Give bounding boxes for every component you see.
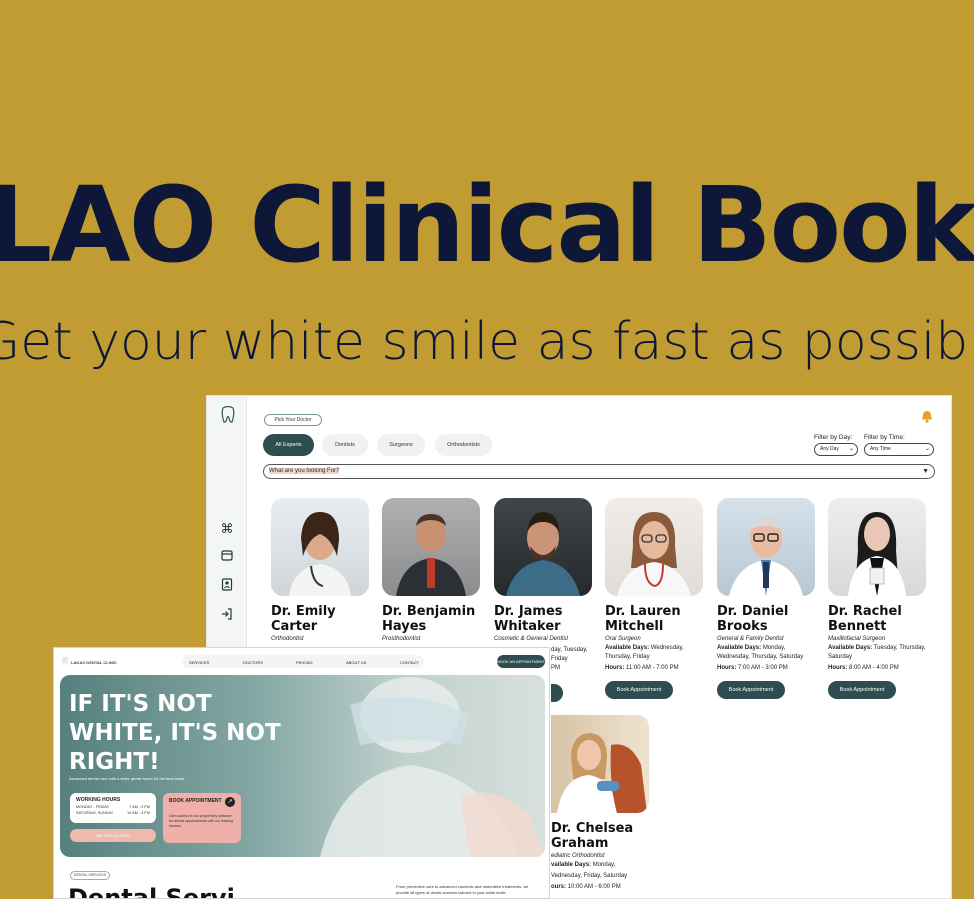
doctor-days: vailable Days: Monday,: [551, 862, 616, 868]
doctor-photo: [494, 498, 592, 596]
dental-services-section: DENTAL SERVICES Dental Servi From preven…: [60, 864, 545, 899]
doctor-photo: [717, 498, 815, 596]
doctor-specialty: Prosthodontist: [382, 636, 421, 642]
nav-about-us[interactable]: ABOUT US: [346, 660, 366, 665]
doctor-photo: [828, 498, 926, 596]
doctor-hours: Hours: 8:00 AM - 4:00 PM: [828, 665, 899, 671]
doctor-name: Dr. Rachel Bennett: [828, 604, 902, 634]
filter-time-select[interactable]: Any Time ⌄: [864, 443, 934, 456]
clinic-logo-icon: [217, 405, 239, 426]
doctor-card: Dr. Chelsea Graham ediatric Orthodontist…: [551, 715, 661, 892]
doctor-card: Dr. Daniel Brooks General & Family Denti…: [717, 498, 817, 699]
chevron-down-icon: ⌄: [848, 446, 854, 452]
chevron-down-icon: ⌄: [924, 446, 930, 452]
doctor-days: Available Days: Wednesday, Thursday, Fri…: [605, 645, 684, 660]
nav-services[interactable]: SERVICES: [189, 660, 209, 665]
working-hours-title: WORKING HOURS: [76, 797, 121, 803]
doctor-specialty: ediatric Orthodontist: [551, 853, 605, 859]
caret-down-icon: ▼: [922, 468, 929, 475]
book-appointment-button[interactable]: Book Appointment: [605, 681, 673, 699]
doctor-name: Dr. James Whitaker: [494, 604, 563, 634]
tab-surgeons[interactable]: Surgeons: [377, 434, 425, 456]
doctor-specialty: Cosmetic & General Dentist: [494, 636, 569, 642]
arrow-up-right-icon[interactable]: ↗: [225, 797, 235, 807]
book-card-description: Gain access to our proprietary software …: [169, 814, 233, 828]
pick-doctor-button[interactable]: Pick Your Doctor: [264, 414, 322, 426]
doctor-specialty: Maxillofacial Surgeon: [828, 636, 886, 642]
doctor-photo: [551, 715, 649, 813]
doctor-card: Dr. Emily Carter Orthodontist: [271, 498, 371, 642]
promo-title: LAO Clinical Book: [0, 164, 974, 286]
doctor-days-partial: day, Tuesday, Friday PM: [551, 647, 588, 671]
nav-pricing[interactable]: PRICING: [296, 660, 313, 665]
doctor-card: Dr. James Whitaker Cosmetic & General De…: [494, 498, 594, 642]
calendar-icon[interactable]: [219, 549, 235, 565]
doctor-name: Dr. Chelsea Graham: [551, 821, 634, 851]
promo-subtitle: Get your white smile as fast as possib: [0, 312, 969, 372]
book-appointment-button[interactable]: [551, 684, 563, 702]
doctor-photo: [382, 498, 480, 596]
site-logo[interactable]: 🦷 LAKAO DENTAL CLINIC: [60, 657, 117, 666]
section-title: Dental Servi: [68, 884, 235, 899]
doctor-specialty: Oral Surgeon: [605, 636, 641, 642]
doctor-photo: [605, 498, 703, 596]
filter-day-label: Filter by Day:: [814, 434, 853, 441]
doctor-card: Dr. Lauren Mitchell Oral Surgeon Availab…: [605, 498, 705, 699]
doctor-days-cont: Vednesday, Friday, Saturday: [551, 873, 628, 879]
book-appointment-nav-button[interactable]: BOOK AN APPOINTMENT: [497, 655, 545, 668]
doctor-specialty: General & Family Dentist: [717, 636, 784, 642]
doctor-hours: Hours: 7:00 AM - 3:00 PM: [717, 665, 788, 671]
doctor-card: Dr. Rachel Bennett Maxillofacial Surgeon…: [828, 498, 928, 699]
tab-orthodontists[interactable]: Orthodontists: [435, 434, 492, 456]
doctor-specialty: Orthodontist: [271, 636, 304, 642]
working-hours-card: WORKING HOURS MONDAY - FRIDAY 7 AM - 9 PM…: [70, 793, 156, 823]
doctor-name: Dr. Emily Carter: [271, 604, 336, 634]
doctor-hours: Hours: 11:00 AM - 7:00 PM: [605, 665, 679, 671]
command-icon[interactable]: ⌘: [219, 521, 235, 537]
nav-doctors[interactable]: DOCTORS: [243, 660, 263, 665]
doctor-name: Dr. Lauren Mitchell: [605, 604, 681, 634]
hours-row: SATURDAY, SUNDAY 10 AM - 3 PM: [76, 811, 150, 815]
tooth-icon: 🦷: [60, 657, 70, 666]
doctor-days: Available Days: Tuesday, Thursday, Satur…: [828, 645, 926, 660]
hero-photo: [320, 677, 545, 857]
doctor-days: Available Days: Monday, Wednesday, Thurs…: [717, 645, 804, 660]
hero-tagline: Advanced dental care with a white gentle…: [69, 776, 186, 781]
section-description: From preventive care to advanced cosmeti…: [396, 884, 529, 895]
doctor-hours: ours: 10:00 AM - 6:00 PM: [551, 884, 621, 890]
filter-time-label: Filter by Time:: [864, 434, 905, 441]
search-input[interactable]: What are you looking For? ▼: [263, 464, 935, 479]
site-navbar: 🦷 LAKAO DENTAL CLINIC SERVICES DOCTORS P…: [54, 648, 549, 674]
hero-banner: IF IT'S NOT WHITE, IT'S NOT RIGHT! Advan…: [60, 675, 545, 857]
tab-dentists[interactable]: Dentists: [322, 434, 368, 456]
doctor-name: Dr. Daniel Brooks: [717, 604, 789, 634]
doctor-card: Dr. Benjamin Hayes Prosthodontist: [382, 498, 482, 642]
book-appointment-button[interactable]: Book Appointment: [717, 681, 785, 699]
book-appointment-button[interactable]: Book Appointment: [828, 681, 896, 699]
tab-all-experts[interactable]: All Experts: [263, 434, 314, 456]
closed-status-button[interactable]: WE ARE CLOSED: [70, 829, 156, 842]
doctor-photo: [271, 498, 369, 596]
section-pill: DENTAL SERVICES: [70, 871, 110, 880]
nav-contact[interactable]: CONTACT: [400, 660, 419, 665]
hours-row: MONDAY - FRIDAY 7 AM - 9 PM: [76, 805, 150, 809]
logout-icon[interactable]: [219, 608, 235, 624]
bell-icon[interactable]: [921, 410, 933, 426]
clinic-website: 🦷 LAKAO DENTAL CLINIC SERVICES DOCTORS P…: [53, 647, 550, 899]
doctor-name: Dr. Benjamin Hayes: [382, 604, 476, 634]
filter-day-select[interactable]: Any Day ⌄: [814, 443, 858, 456]
hero-heading: IF IT'S NOT WHITE, IT'S NOT RIGHT!: [69, 691, 281, 775]
contacts-icon[interactable]: [219, 578, 235, 594]
book-appointment-card[interactable]: BOOK APPOINTMENT ↗ Gain access to our pr…: [163, 793, 241, 843]
